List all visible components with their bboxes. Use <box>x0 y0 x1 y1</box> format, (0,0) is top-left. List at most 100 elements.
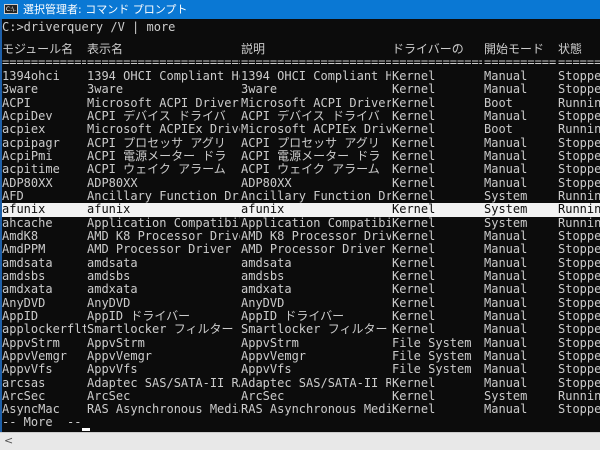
column-header-5: 状態 <box>558 43 583 56</box>
cell-2: AppID ドライバー <box>241 309 345 323</box>
cell-2: ADP80XX <box>241 176 292 190</box>
cell-5: Stopped <box>558 149 600 163</box>
cell-5: Running <box>558 189 600 203</box>
cell-0: AppvStrm <box>2 336 60 350</box>
table-row: AFD Ancillary Function Dri Ancillary Funct… <box>2 190 600 203</box>
cell-5: Stopped <box>558 83 600 97</box>
cell-0: AppvVfs <box>2 363 53 377</box>
cell-5: Stopped <box>558 256 600 270</box>
column-header-1: 表示名 <box>87 43 124 56</box>
table-row: AmdK8 AMD K8 Processor Drive AMD K8 Proces… <box>2 230 600 243</box>
separator-1: ====================== <box>87 56 240 69</box>
cell-0: ahcache <box>2 216 53 230</box>
cell-3: Kernel <box>392 283 436 297</box>
separator-row: ============ ====================== ======… <box>2 56 600 69</box>
cell-2: amdsata <box>241 256 292 270</box>
cell-5: Stopped <box>558 376 600 390</box>
table-row: ArcSec ArcSec ArcSec Kernel System Running <box>2 390 600 403</box>
horizontal-scrollbar[interactable]: < <box>0 432 600 450</box>
cell-3: Kernel <box>392 109 436 123</box>
cell-4: Manual <box>484 349 528 363</box>
cell-3: File System <box>392 349 472 363</box>
cell-4: System <box>484 203 528 217</box>
separator-4: ========== <box>484 56 556 69</box>
cell-5: Running <box>558 389 600 403</box>
cell-2: afunix <box>241 203 285 217</box>
cmd-icon: C:\. <box>4 4 18 14</box>
cell-0: acpitime <box>2 163 60 177</box>
table-row: acpiex Microsoft ACPIEx Drive Microsoft AC… <box>2 123 600 136</box>
cell-5: Stopped <box>558 109 600 123</box>
cell-2: Microsoft ACPIEx Drive <box>241 123 391 137</box>
cell-0: 1394ohci <box>2 70 60 83</box>
window-title: 選択管理者: コマンド プロンプト <box>23 3 188 16</box>
table-row: AcpiPmi ACPI 電源メーター ドラ ACPI 電源メーター ドラ Kerne… <box>2 150 600 163</box>
cell-5: Stopped <box>558 336 600 350</box>
cell-4: Manual <box>484 323 528 337</box>
table-row: AppvVemgr AppvVemgr AppvVemgr File System Ma… <box>2 350 600 363</box>
cell-3: Kernel <box>392 123 436 137</box>
cell-4: Manual <box>484 296 528 310</box>
cell-2: AMD Processor Driver <box>241 243 386 257</box>
cell-2: Application Compatibil <box>241 216 391 230</box>
cell-1: 1394 OHCI Compliant Ho <box>87 70 240 83</box>
table-row: 3ware 3ware 3ware Kernel Manual Stopped <box>2 83 600 96</box>
cell-5: Stopped <box>558 403 600 417</box>
more-prompt: -- More -- <box>2 415 82 429</box>
cell-5: Stopped <box>558 229 600 243</box>
cell-3: Kernel <box>392 203 436 217</box>
cell-0: AppvVemgr <box>2 349 68 363</box>
table-row: ADP80XX ADP80XX ADP80XX Kernel Manual Stopped <box>2 177 600 190</box>
scroll-left-icon[interactable]: < <box>4 434 13 447</box>
cell-2: 3ware <box>241 83 278 97</box>
table-row: 1394ohci 1394 OHCI Compliant Ho 1394 OHCI … <box>2 70 600 83</box>
cell-3: Kernel <box>392 243 436 257</box>
cell-1: ACPI 電源メーター ドラ <box>87 149 227 163</box>
cell-0: ArcSec <box>2 389 46 403</box>
cell-5: Stopped <box>558 163 600 177</box>
cell-3: Kernel <box>392 149 436 163</box>
cell-0: AcpiDev <box>2 109 53 123</box>
cell-0: ADP80XX <box>2 176 53 190</box>
console-output[interactable]: C:>driverquery /V | more モジュール名 表示名 説明 ドライバ… <box>0 19 600 432</box>
cell-1: AppvVfs <box>87 363 138 377</box>
cell-2: ArcSec <box>241 389 285 403</box>
cell-2: AMD K8 Processor Drive <box>241 229 391 243</box>
command-line: C:>driverquery /V | more <box>2 20 176 34</box>
cell-1: AppID ドライバー <box>87 309 191 323</box>
cell-3: File System <box>392 336 472 350</box>
cell-5: Stopped <box>558 243 600 257</box>
cell-0: AnyDVD <box>2 296 46 310</box>
cell-2: AppvStrm <box>241 336 299 350</box>
cell-1: 3ware <box>87 83 124 97</box>
cell-0: acpiex <box>2 123 46 137</box>
cell-1: ACPI ウェイク アラーム <box>87 163 226 177</box>
cell-4: System <box>484 216 528 230</box>
cell-3: Kernel <box>392 269 436 283</box>
cell-3: Kernel <box>392 323 436 337</box>
cell-0: amdxata <box>2 283 53 297</box>
cell-3: Kernel <box>392 96 436 110</box>
cell-3: Kernel <box>392 136 436 150</box>
cell-0: amdsata <box>2 256 53 270</box>
cell-0: AmdPPM <box>2 243 46 257</box>
cell-2: Ancillary Function Dri <box>241 189 391 203</box>
cell-5: Stopped <box>558 70 600 83</box>
title-bar[interactable]: C:\. 選択管理者: コマンド プロンプト <box>0 0 600 19</box>
cell-3: Kernel <box>392 296 436 310</box>
table-row: AppvStrm AppvStrm AppvStrm File System Manua… <box>2 337 600 350</box>
cell-3: Kernel <box>392 389 436 403</box>
table-row: AppID AppID ドライバー AppID ドライバー Kernel Manual S… <box>2 310 600 323</box>
cell-1: RAS Asynchronous Media <box>87 403 240 417</box>
table-row: acpipagr ACPI プロセッサ アグリ ACPI プロセッサ アグリ Kern… <box>2 137 600 150</box>
cell-1: AMD K8 Processor Drive <box>87 229 240 243</box>
cell-5: Running <box>558 216 600 230</box>
cell-1: Smartlocker フィルター <box>87 323 234 337</box>
cell-3: Kernel <box>392 163 436 177</box>
cell-1: amdxata <box>87 283 138 297</box>
cell-2: Adaptec SAS/SATA-II RA <box>241 376 391 390</box>
cell-2: RAS Asynchronous Media <box>241 403 391 417</box>
cell-4: Manual <box>484 256 528 270</box>
cell-4: Manual <box>484 163 528 177</box>
table-row: amdxata amdxata amdxata Kernel Manual Stopped <box>2 283 600 296</box>
